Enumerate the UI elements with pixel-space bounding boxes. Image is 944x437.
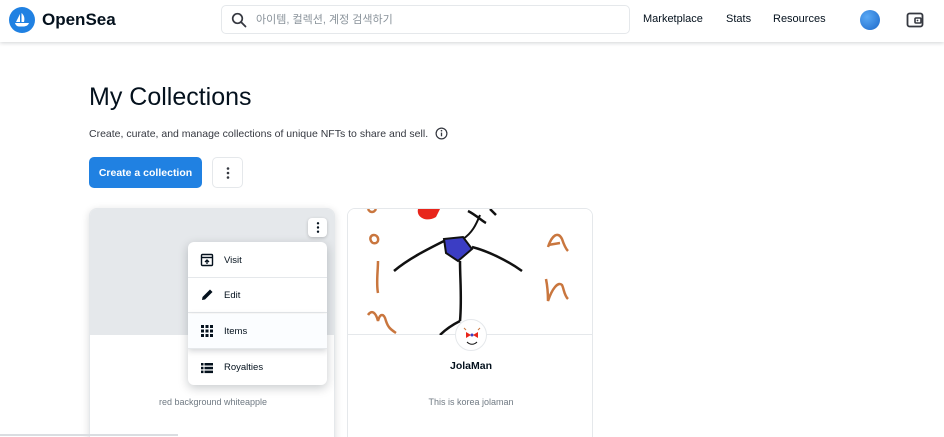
more-vertical-icon (316, 222, 319, 233)
nav-link-marketplace[interactable]: Marketplace (643, 13, 703, 25)
collection-name: JolaMan (449, 360, 492, 372)
jolaman-banner-drawing (366, 209, 569, 336)
create-collection-button[interactable]: Create a collection (89, 157, 202, 188)
more-options-button[interactable] (212, 157, 243, 188)
search-icon (231, 12, 247, 27)
opensea-logo[interactable]: OpenSea (9, 7, 116, 33)
nav-link-stats[interactable]: Stats (726, 13, 751, 25)
visit-icon (200, 253, 214, 267)
menu-item-visit[interactable]: Visit (188, 243, 327, 278)
collection-card[interactable]: JolaMan This is korea jolaman (347, 208, 593, 437)
list-icon (201, 362, 213, 373)
menu-item-label: Visit (224, 254, 242, 266)
menu-item-label: Items (224, 325, 248, 337)
menu-item-label: Edit (224, 289, 241, 301)
top-navbar: OpenSea Marketplace Stats Resources (0, 0, 944, 42)
search-input[interactable] (256, 8, 616, 31)
menu-item-items[interactable]: Items (188, 314, 327, 349)
collection-description: red background whiteapple (158, 397, 268, 407)
collection-banner (348, 209, 592, 336)
more-vertical-icon (226, 166, 229, 179)
brand-name: OpenSea (42, 10, 116, 29)
menu-item-label: Royalties (224, 362, 264, 373)
page-subtitle: Create, curate, and manage collections o… (89, 127, 448, 140)
jolaman-avatar-drawing (463, 327, 481, 345)
collection-options-menu: Visit Edit Items Royalties (188, 242, 327, 385)
page-title: My Collections (89, 83, 252, 111)
info-icon[interactable] (435, 127, 448, 140)
grid-icon (201, 325, 213, 337)
subtitle-text: Create, curate, and manage collections o… (89, 127, 429, 140)
collection-description: This is korea jolaman (428, 397, 514, 407)
pencil-icon (202, 289, 213, 300)
menu-item-royalties[interactable]: Royalties (188, 350, 327, 385)
menu-item-edit[interactable]: Edit (188, 278, 327, 313)
opensea-logo-icon (9, 7, 35, 33)
collection-avatar (455, 319, 487, 351)
card-options-button[interactable] (308, 218, 327, 237)
horizontal-scrollbar[interactable] (0, 434, 178, 436)
search-bar[interactable] (221, 5, 630, 34)
nav-link-resources[interactable]: Resources (773, 13, 826, 25)
wallet-icon[interactable] (905, 10, 925, 30)
profile-avatar[interactable] (860, 10, 880, 30)
